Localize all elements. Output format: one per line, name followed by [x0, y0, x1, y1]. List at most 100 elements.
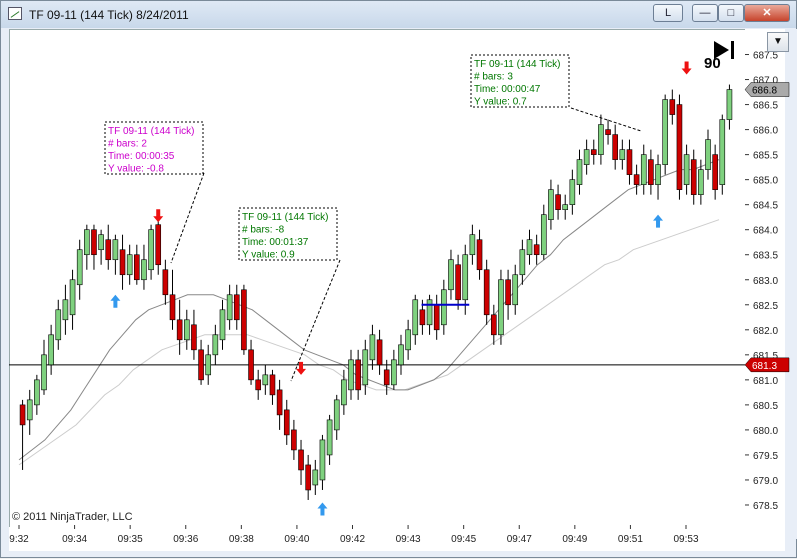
- candle-body: [84, 229, 90, 256]
- candle-body: [605, 129, 611, 135]
- candle-body: [319, 439, 326, 481]
- y-tick-label: 684.5: [753, 201, 778, 212]
- annotation-text: Time: 00:00:35: [108, 151, 175, 162]
- candle-body: [291, 429, 297, 451]
- candle-body: [312, 469, 319, 486]
- y-tick-label: 680.0: [753, 426, 778, 437]
- candle-body: [526, 239, 533, 256]
- candle-body: [262, 374, 269, 386]
- y-tick-label: 686.5: [753, 101, 778, 112]
- candlestick-chart[interactable]: 678.5679.0679.5680.0680.5681.0681.5682.0…: [1, 1, 797, 559]
- annotation-text: Time: 00:01:37: [242, 237, 309, 248]
- y-tick-label: 685.0: [753, 176, 778, 187]
- x-tick-label: 09:34: [62, 534, 87, 545]
- candle-body: [248, 349, 254, 381]
- candle-body: [455, 264, 461, 301]
- candle-body: [283, 409, 290, 436]
- candle-body: [419, 309, 426, 326]
- candle-body: [633, 174, 640, 185]
- up-arrow-icon: [653, 214, 664, 228]
- candle-body: [198, 349, 204, 381]
- candle-body: [655, 164, 661, 185]
- candle-body: [483, 269, 490, 316]
- bar-counter: 90: [704, 55, 721, 72]
- candle-body: [676, 104, 683, 190]
- candle-body: [41, 354, 47, 391]
- x-tick-label: 09:42: [340, 534, 365, 545]
- candle-body: [148, 229, 154, 271]
- annotation-text: Time: 00:00:47: [474, 84, 541, 95]
- candle-body: [255, 379, 261, 391]
- candle-body: [412, 299, 419, 336]
- candle-body: [469, 234, 476, 256]
- candle-body: [69, 279, 76, 316]
- candle-body: [119, 249, 126, 276]
- candle-body: [112, 239, 119, 261]
- x-tick-label: 09:45: [451, 534, 476, 545]
- annotation-text: TF 09-11 (144 Tick): [108, 126, 195, 137]
- moving-average-fast: [18, 159, 720, 461]
- y-tick-label: 680.5: [753, 401, 778, 412]
- y-tick-label: 683.0: [753, 276, 778, 287]
- candle-body: [269, 374, 276, 396]
- candle-body: [626, 149, 633, 175]
- candle-body: [569, 179, 576, 205]
- x-tick-label: 09:36: [173, 534, 198, 545]
- candle-body: [583, 149, 590, 165]
- annotation-text: TF 09-11 (144 Tick): [474, 59, 561, 70]
- candle-body: [205, 354, 212, 376]
- candle-body: [448, 259, 454, 291]
- candle-body: [441, 289, 447, 326]
- candle-body: [48, 334, 54, 366]
- candle-body: [391, 359, 397, 386]
- candle-body: [276, 389, 283, 416]
- copyright-text: © 2011 NinjaTrader, LLC: [12, 511, 133, 523]
- candle-body: [562, 204, 569, 210]
- annotation-text: # bars: -8: [242, 225, 285, 236]
- candle-body: [62, 299, 69, 321]
- candle-body: [683, 154, 690, 185]
- measure-line: [170, 172, 205, 264]
- candle-body: [512, 274, 519, 306]
- y-tick-label: 679.5: [753, 451, 778, 462]
- candle-body: [326, 419, 333, 456]
- candle-body: [176, 319, 183, 341]
- candle-body: [519, 249, 526, 276]
- last-price-tag-label: 686.8: [752, 86, 777, 97]
- candle-body: [233, 294, 240, 321]
- candle-body: [505, 279, 511, 306]
- annotation-text: Y value: 0.7: [474, 97, 527, 108]
- annotation-text: # bars: 2: [108, 139, 147, 150]
- candle-body: [383, 369, 390, 386]
- candle-body: [91, 229, 97, 256]
- candle-body: [355, 359, 361, 391]
- candle-body: [669, 99, 676, 115]
- up-arrow-icon: [110, 294, 121, 308]
- y-tick-label: 687.5: [753, 51, 778, 62]
- candle-body: [362, 349, 369, 386]
- candle-body: [305, 464, 311, 491]
- up-arrow-icon: [317, 502, 328, 516]
- candle-body: [705, 139, 711, 170]
- candle-body: [34, 379, 40, 406]
- candle-body: [540, 214, 547, 256]
- candle-body: [426, 299, 433, 326]
- candle-body: [662, 99, 668, 165]
- y-tick-label: 681.0: [753, 376, 778, 387]
- down-arrow-icon: [153, 209, 164, 223]
- candle-body: [55, 309, 62, 341]
- candle-body: [719, 119, 726, 185]
- candle-body: [398, 344, 404, 366]
- candle-body: [405, 329, 411, 351]
- chart-menu-button[interactable]: ▼: [767, 32, 789, 52]
- candle-body: [726, 89, 733, 120]
- candle-body: [498, 279, 504, 336]
- candle-body: [640, 154, 647, 185]
- candle-body: [298, 449, 304, 471]
- measure-line: [570, 107, 642, 132]
- candle-body: [648, 159, 654, 185]
- y-tick-label: 684.0: [753, 226, 778, 237]
- candle-body: [98, 234, 104, 251]
- y-tick-label: 682.5: [753, 301, 778, 312]
- candle-body: [433, 304, 440, 331]
